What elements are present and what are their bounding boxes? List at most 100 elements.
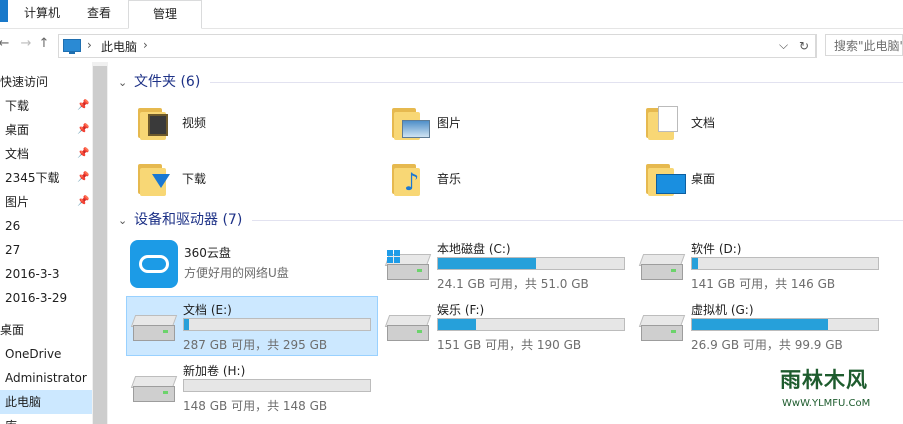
cloud-drive-360[interactable]: 360云盘 方便好用的网络U盘 <box>128 240 378 298</box>
navigation-pane: 快速访问 下载 📌 桌面 📌 文档 📌 2345下载 📌 图片 📌 26 27 2016-… <box>0 62 92 424</box>
capacity-bar-fill <box>692 258 698 269</box>
capacity-bar-fill <box>184 319 189 330</box>
sidebar-item-label: 图片 <box>5 195 30 209</box>
sidebar-item-label: 桌面 <box>0 323 25 337</box>
folder-name-downloads[interactable]: 下载 <box>182 170 206 187</box>
sidebar-item-label: 2345下载 <box>5 171 60 185</box>
refresh-button[interactable]: ↻ <box>793 34 816 58</box>
sidebar-item-26[interactable]: 26 <box>0 214 92 238</box>
drive-name: 360云盘 <box>184 246 231 260</box>
forward-icon[interactable]: → <box>18 36 34 52</box>
drive-free-space: 151 GB 可用，共 190 GB <box>437 338 582 352</box>
sidebar-item-label: OneDrive <box>5 347 62 361</box>
sidebar-item-onedrive[interactable]: OneDrive <box>0 342 92 366</box>
this-pc-icon <box>63 39 81 54</box>
up-icon[interactable]: ↑ <box>36 36 52 52</box>
pin-icon: 📌 <box>77 124 90 135</box>
sidebar-item-27[interactable]: 27 <box>0 238 92 262</box>
sidebar-item-documents[interactable]: 文档 📌 <box>0 142 92 166</box>
capacity-bar-fill <box>438 258 536 269</box>
scrollbar-thumb[interactable] <box>93 66 107 424</box>
sidebar-item-this-pc[interactable]: 此电脑 <box>0 390 92 414</box>
sidebar-item-2016-3-29[interactable]: 2016-3-29 <box>0 286 92 310</box>
downloads-folder-icon[interactable] <box>136 158 176 198</box>
watermark-logo: 雨林木风 WwW.YLMFU.CoM <box>752 342 900 420</box>
sidebar-item-label: 下载 <box>5 99 30 113</box>
folders-group-header[interactable]: ⌄ 文件夹 (6) <box>108 70 200 94</box>
capacity-bar <box>437 257 625 270</box>
sidebar-item-label: 库 <box>5 419 17 424</box>
group-divider <box>252 220 903 221</box>
capacity-bar <box>691 318 879 331</box>
capacity-bar-fill <box>692 319 828 330</box>
watermark-url: WwW.YLMFU.CoM <box>782 398 871 409</box>
search-input[interactable]: 搜索"此电脑" <box>825 34 903 56</box>
tab-view[interactable]: 查看 <box>72 0 126 27</box>
pictures-folder-icon[interactable] <box>390 102 430 142</box>
address-dropdown-icon[interactable]: ⌵ <box>779 38 788 53</box>
pin-icon: 📌 <box>77 172 90 183</box>
drive-free-space: 24.1 GB 可用，共 51.0 GB <box>437 277 589 291</box>
breadcrumb-separator-2[interactable]: › <box>143 38 148 52</box>
capacity-bar <box>183 379 371 392</box>
sidebar-item-administrator[interactable]: Administrator <box>0 366 92 390</box>
sidebar-item-desktop-root[interactable]: 桌面 <box>0 318 92 342</box>
drive-name: 娱乐 (F:) <box>437 303 485 317</box>
tab-computer[interactable]: 计算机 <box>14 0 70 27</box>
drive-h[interactable]: 新加卷 (H:) 148 GB 可用，共 148 GB <box>127 358 377 416</box>
video-folder-icon[interactable] <box>136 102 176 142</box>
tab-manage[interactable]: 管理 <box>128 0 202 29</box>
sidebar-item-pictures[interactable]: 图片 📌 <box>0 190 92 214</box>
documents-folder-icon[interactable] <box>644 102 684 142</box>
sidebar-item-label: 2016-3-3 <box>5 267 60 281</box>
sidebar-item-label: 2016-3-29 <box>5 291 68 305</box>
breadcrumb-separator[interactable]: › <box>87 38 92 52</box>
watermark-text: 雨林木风 <box>780 368 868 392</box>
sidebar-item-2345-downloads[interactable]: 2345下载 📌 <box>0 166 92 190</box>
file-tab[interactable] <box>0 0 8 22</box>
sidebar-item-quick-access[interactable]: 快速访问 <box>0 70 92 94</box>
sidebar-item-label: 此电脑 <box>5 395 42 409</box>
folder-name-documents[interactable]: 文档 <box>691 114 715 131</box>
sidebar-item-label: 26 <box>5 219 21 233</box>
pin-icon: 📌 <box>77 148 90 159</box>
sidebar-scrollbar[interactable] <box>92 62 108 424</box>
address-bar[interactable]: › 此电脑 › ⌵ <box>58 34 817 58</box>
folder-name-desktop[interactable]: 桌面 <box>691 170 715 187</box>
drive-e[interactable]: 文档 (E:) 287 GB 可用，共 295 GB <box>126 296 378 356</box>
hard-drive-icon <box>384 315 432 341</box>
drive-f[interactable]: 娱乐 (F:) 151 GB 可用，共 190 GB <box>381 297 631 355</box>
chevron-down-icon[interactable]: ⌄ <box>118 71 132 95</box>
sidebar-item-label: Administrator <box>5 371 87 385</box>
desktop-folder-icon[interactable] <box>644 158 686 198</box>
folder-name-videos[interactable]: 视频 <box>182 114 206 131</box>
sidebar-item-label: 桌面 <box>5 123 30 137</box>
sidebar-item-downloads[interactable]: 下载 📌 <box>0 94 92 118</box>
folder-name-music[interactable]: 音乐 <box>437 170 461 187</box>
music-folder-icon[interactable]: ♪ <box>390 158 430 198</box>
folder-name-pictures[interactable]: 图片 <box>437 114 461 131</box>
hard-drive-icon <box>130 376 178 402</box>
address-row: ← → ↑ › 此电脑 › ⌵ ↻ 搜索"此电脑" <box>0 30 903 60</box>
chevron-down-icon[interactable]: ⌄ <box>118 209 132 233</box>
ribbon-tabs: 计算机 查看 管理 <box>0 0 903 29</box>
drive-free-space: 148 GB 可用，共 148 GB <box>183 399 328 413</box>
drive-subtitle: 方便好用的网络U盘 <box>184 266 289 280</box>
drive-c[interactable]: 本地磁盘 (C:) 24.1 GB 可用，共 51.0 GB <box>381 236 631 294</box>
hard-drive-icon <box>638 254 686 280</box>
cloud-icon <box>130 240 178 288</box>
group-divider <box>210 82 903 83</box>
breadcrumb-this-pc[interactable]: 此电脑 <box>101 38 137 55</box>
drive-name: 文档 (E:) <box>183 303 232 317</box>
back-icon[interactable]: ← <box>0 36 12 52</box>
capacity-bar <box>691 257 879 270</box>
drive-d[interactable]: 软件 (D:) 141 GB 可用，共 146 GB <box>635 236 885 294</box>
drive-name: 本地磁盘 (C:) <box>437 242 511 256</box>
sidebar-item-libraries[interactable]: 库 <box>0 414 92 424</box>
sidebar-item-desktop[interactable]: 桌面 📌 <box>0 118 92 142</box>
drive-name: 新加卷 (H:) <box>183 364 246 378</box>
sidebar-item-label: 文档 <box>5 147 30 161</box>
sidebar-item-2016-3-3[interactable]: 2016-3-3 <box>0 262 92 286</box>
devices-group-header[interactable]: ⌄ 设备和驱动器 (7) <box>108 208 242 232</box>
drive-free-space: 287 GB 可用，共 295 GB <box>183 338 328 352</box>
